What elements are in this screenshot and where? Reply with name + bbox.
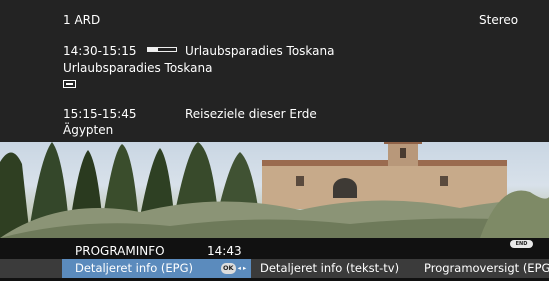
current-program-time: 14:30-15:15	[63, 44, 137, 58]
ok-navigation-hint: OK ◂ ▸	[221, 263, 246, 274]
next-program-subtitle: Ägypten	[63, 123, 114, 137]
next-program-title: Reiseziele dieser Erde	[185, 107, 317, 121]
menu-item-label: Programoversigt (EPG)	[424, 261, 549, 275]
menu-row: Detaljeret info (EPG) OK ◂ ▸ Detaljeret …	[0, 259, 549, 278]
tv-picture	[0, 142, 549, 238]
program-info-panel: 1 ARD Stereo 14:30-15:15 Urlaubsparadies…	[0, 0, 549, 142]
menu-item-program-overview-epg[interactable]: Programoversigt (EPG)	[424, 259, 549, 278]
clock: 14:43	[207, 244, 242, 258]
tv-scene	[0, 142, 549, 238]
current-program-title: Urlaubsparadies Toskana	[185, 44, 335, 58]
left-right-arrows-icon: ◂ ▸	[237, 264, 247, 272]
menu-item-label: Detaljeret info (tekst-tv)	[260, 261, 400, 275]
menu-item-label: Detaljeret info (EPG)	[75, 261, 193, 275]
subtitle-icon	[63, 80, 76, 88]
current-program-subtitle: Urlaubsparadies Toskana	[63, 61, 213, 75]
next-program-time: 15:15-15:45	[63, 107, 137, 121]
end-button[interactable]: END	[510, 240, 533, 248]
program-progress-fill	[148, 48, 158, 51]
audio-mode: Stereo	[479, 13, 519, 27]
program-progress-bar	[147, 47, 177, 52]
channel-name: 1 ARD	[63, 13, 101, 27]
programinfo-title: PROGRAMINFO	[75, 244, 165, 258]
menu-item-detailed-info-teletext[interactable]: Detaljeret info (tekst-tv)	[260, 259, 399, 278]
ok-icon: OK	[221, 263, 236, 274]
